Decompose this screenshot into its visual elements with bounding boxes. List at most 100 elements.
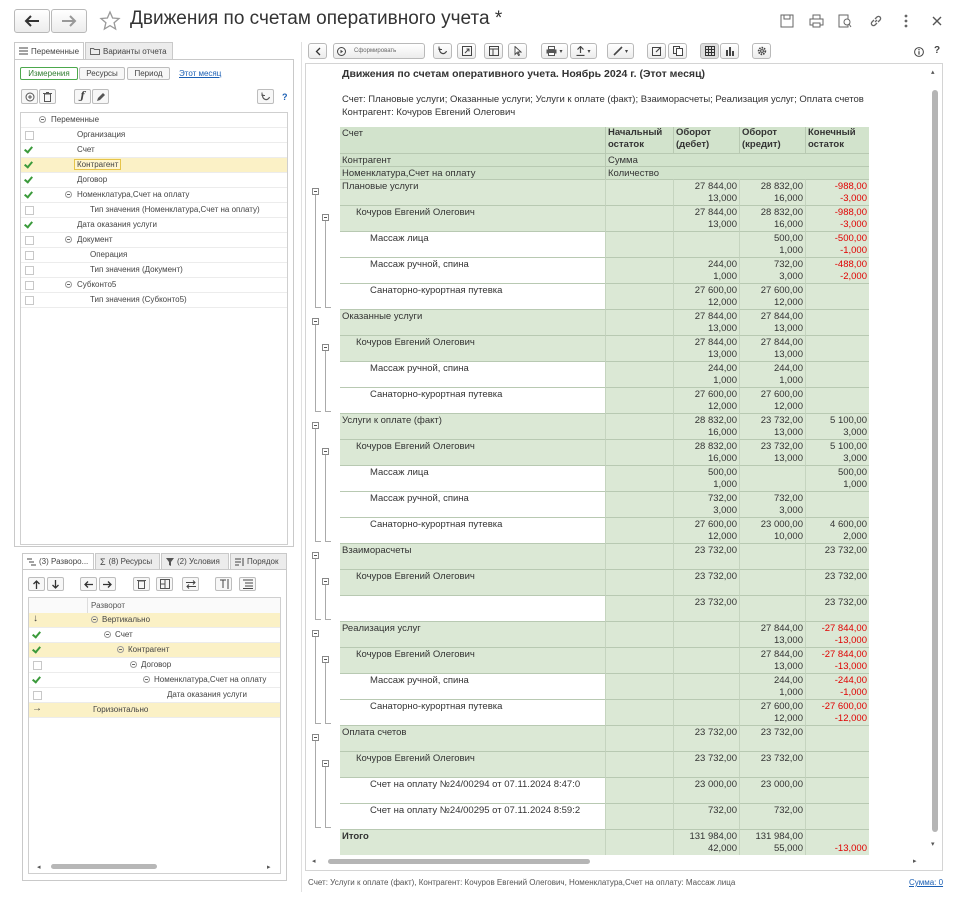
group-collapse-icon[interactable] (322, 214, 329, 221)
select-button[interactable] (508, 43, 527, 59)
variable-checkbox[interactable] (25, 161, 32, 168)
preview-icon[interactable] (836, 12, 854, 30)
report-row[interactable]: Массаж ручной, спина 244,00 -244,00 1,000 -1… (308, 673, 908, 699)
variable-row[interactable]: Переменные (21, 113, 287, 128)
more-menu-icon[interactable] (897, 12, 915, 30)
report-row[interactable]: Санаторно-курортная путевка 27 600,00 27 6… (308, 283, 908, 309)
variable-row[interactable]: Операция (21, 248, 287, 263)
swap-button[interactable] (182, 577, 199, 591)
layout-view-button[interactable] (484, 43, 503, 59)
layout-row[interactable]: ↓ Вертикально (29, 613, 280, 628)
field-button[interactable] (215, 577, 232, 591)
report-vscrollbar[interactable]: ▴ ▾ (930, 68, 940, 850)
variable-checkbox[interactable] (25, 131, 34, 140)
report-row[interactable]: Взаиморасчеты 23 732,00 23 732,00 (308, 543, 908, 569)
add-button[interactable] (21, 89, 38, 104)
generate-button[interactable]: Сформировать (333, 43, 425, 59)
report-row[interactable]: Санаторно-курортная путевка 27 600,00 -27 … (308, 699, 908, 725)
layout-hscrollbar[interactable]: ◂ ▸ (37, 862, 273, 871)
variable-checkbox[interactable] (25, 191, 32, 198)
layout-checkbox[interactable] (33, 646, 40, 653)
help-icon[interactable]: ? (934, 45, 940, 56)
report-row[interactable]: Реализация услуг 27 844,00 -27 844,00 13,00… (308, 621, 908, 647)
sum-link[interactable]: Сумма: 0 (909, 878, 943, 887)
variable-checkbox[interactable] (25, 281, 34, 290)
draw-menu-button[interactable]: ▾ (607, 43, 634, 59)
layout-delete-button[interactable] (133, 577, 150, 591)
report-row[interactable]: Оказанные услуги 27 844,00 27 844,00 13,000… (308, 309, 908, 335)
group-collapse-icon[interactable] (312, 734, 319, 741)
move-down-button[interactable] (47, 577, 64, 591)
report-hscrollbar[interactable]: ◂ ▸ (310, 857, 922, 866)
tab-report-variants[interactable]: Варианты отчета (85, 42, 173, 59)
layout-row[interactable]: Дата оказания услуги (29, 688, 280, 703)
layout-checkbox[interactable] (33, 676, 40, 683)
layout-row[interactable]: → Горизонтально (29, 703, 280, 718)
edit-report-button[interactable] (647, 43, 666, 59)
variable-checkbox[interactable] (25, 176, 32, 183)
collapse-panel-button[interactable] (308, 43, 327, 59)
help-link[interactable]: ? (282, 92, 288, 102)
table-view-button[interactable] (700, 43, 719, 59)
back-button[interactable] (14, 9, 50, 33)
variable-row[interactable]: Субконто5 (21, 278, 287, 293)
report-row[interactable]: Счет на оплату №24/00295 от 07.11.2024 8… (308, 803, 908, 829)
resources-button[interactable]: Ресурсы (79, 67, 125, 80)
variable-checkbox[interactable] (25, 206, 34, 215)
report-row[interactable]: Кочуров Евгений Олегович 27 844,00 27 844,… (308, 335, 908, 361)
variable-row[interactable]: Тип значения (Документ) (21, 263, 287, 278)
group-collapse-icon[interactable] (312, 318, 319, 325)
function-button[interactable]: ƒ (74, 89, 91, 104)
move-right-button[interactable] (99, 577, 116, 591)
report-row[interactable]: Массаж ручной, спина 244,00 244,00 1,000 1,0… (308, 361, 908, 387)
layout-row[interactable]: Номенклатура,Счет на оплату (29, 673, 280, 688)
tab-layout[interactable]: (3) Разворо... (22, 553, 94, 569)
total-row[interactable]: Итого 131 984,00 131 984,00 42,000 55,000 -13… (308, 829, 908, 855)
variable-row[interactable]: Дата оказания услуги (21, 218, 287, 233)
report-row[interactable]: Кочуров Евгений Олегович 23 732,00 23 732,… (308, 569, 908, 595)
variable-row[interactable]: Тип значения (Номенклатура,Счет на оплат… (21, 203, 287, 218)
layout-row[interactable]: Контрагент (29, 643, 280, 658)
collapse-icon[interactable] (65, 236, 72, 243)
settings-button[interactable] (752, 43, 771, 59)
collapse-icon[interactable] (65, 281, 72, 288)
collapse-icon[interactable] (117, 646, 124, 653)
report-row[interactable]: Кочуров Евгений Олегович 23 732,00 23 732,… (308, 751, 908, 777)
variable-row[interactable]: Договор (21, 173, 287, 188)
report-row[interactable]: Санаторно-курортная путевка 27 600,00 27 6… (308, 387, 908, 413)
group-collapse-icon[interactable] (322, 578, 329, 585)
report-sheet[interactable]: Движения по счетам оперативного учета. Н… (308, 66, 942, 856)
report-row[interactable]: Счет на оплату №24/00294 от 07.11.2024 8… (308, 777, 908, 803)
variable-checkbox[interactable] (25, 251, 34, 260)
report-row[interactable]: Кочуров Евгений Олегович 27 844,00 -27 844… (308, 647, 908, 673)
report-row[interactable]: 23 732,00 23 732,00 (308, 595, 908, 621)
variable-row[interactable]: Контрагент (21, 158, 287, 173)
variable-row[interactable]: Документ (21, 233, 287, 248)
variable-checkbox[interactable] (25, 236, 34, 245)
info-icon[interactable] (913, 46, 925, 58)
layout-checkbox[interactable] (33, 661, 42, 670)
variable-checkbox[interactable] (25, 296, 34, 305)
dimensions-button[interactable]: Измерения (20, 67, 78, 80)
tab-conditions[interactable]: (2) Условия (161, 553, 229, 569)
variable-row[interactable]: Счет (21, 143, 287, 158)
collapse-icon[interactable] (104, 631, 111, 638)
report-row[interactable]: Массаж лица 500,00 500,00 1,000 1,000 (308, 465, 908, 491)
group-collapse-icon[interactable] (322, 656, 329, 663)
group-collapse-icon[interactable] (322, 448, 329, 455)
group-button[interactable] (156, 577, 173, 591)
report-row[interactable]: Кочуров Евгений Олегович 28 832,00 23 732,… (308, 439, 908, 465)
collapse-icon[interactable] (91, 616, 98, 623)
reset-button[interactable] (257, 89, 274, 104)
report-row[interactable]: Плановые услуги 27 844,00 28 832,00 -988,00… (308, 179, 908, 205)
tab-resources[interactable]: Σ (8) Ресурсы (95, 553, 160, 569)
variable-row[interactable]: Номенклатура,Счет на оплату (21, 188, 287, 203)
delete-button[interactable] (39, 89, 56, 104)
save-icon[interactable] (778, 12, 796, 30)
close-icon[interactable] (928, 12, 946, 30)
layout-row[interactable]: Счет (29, 628, 280, 643)
tab-order[interactable]: Порядок (230, 553, 287, 569)
collapse-icon[interactable] (143, 676, 150, 683)
collapse-icon[interactable] (65, 191, 72, 198)
group-collapse-icon[interactable] (322, 760, 329, 767)
